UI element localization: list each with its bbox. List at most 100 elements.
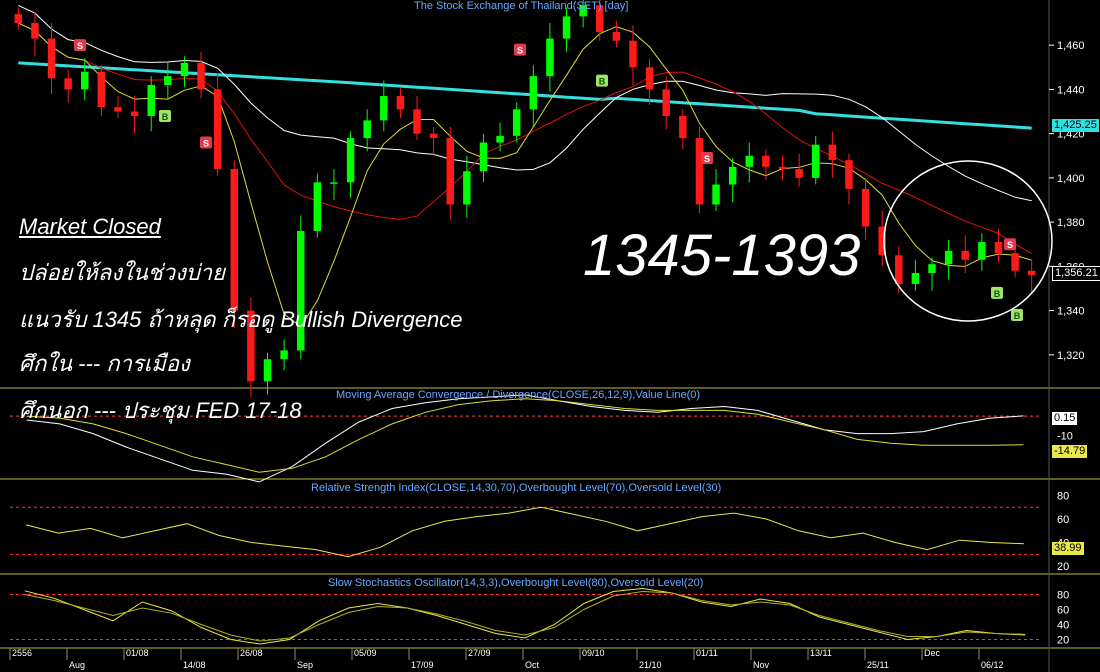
rsi-line — [25, 506, 1024, 558]
candle-body — [529, 76, 538, 110]
candle-body — [429, 133, 438, 139]
candle-body — [230, 169, 239, 311]
price-tick-label: 1,340 — [1057, 306, 1085, 318]
x-tick-label: Sep — [297, 660, 313, 670]
x-tick-label: Oct — [525, 660, 540, 670]
x-tick-label: 09/10 — [582, 648, 605, 658]
candle-body — [861, 188, 870, 227]
candle-body — [413, 109, 421, 134]
buy-signal-marker-label: B — [162, 112, 169, 122]
candle-body — [296, 230, 305, 351]
candle-body — [14, 14, 23, 24]
ma-white-line — [18, 4, 1032, 202]
stoch-k-line — [24, 587, 1026, 645]
candle-body — [363, 120, 371, 139]
candle-body — [330, 182, 338, 184]
stoch-tick-label: 80 — [1057, 590, 1069, 602]
macd-value-tag: 0.15 — [1052, 412, 1078, 425]
candle-body — [911, 272, 920, 285]
candle-body — [961, 250, 969, 260]
sell-signal-marker: S — [200, 136, 212, 149]
candle-body — [828, 144, 837, 161]
stoch-tick-label: 60 — [1057, 605, 1069, 617]
buy-signal-marker-label: B — [599, 77, 606, 87]
last-price-tag: 1,356.21 — [1052, 266, 1100, 281]
candle-body — [895, 255, 903, 285]
candle-body — [496, 135, 504, 143]
buy-signal-marker: B — [1011, 309, 1023, 322]
stoch-tick-label: 40 — [1057, 620, 1069, 632]
x-tick-label: 01/08 — [126, 648, 149, 658]
x-tick-label: Aug — [69, 660, 85, 670]
price-tick-label: 1,400 — [1057, 173, 1085, 185]
annotation-line-2: แนวรับ 1345 ถ้าหลุด ก็รอดู Bullish Diver… — [19, 307, 463, 332]
candle-body — [762, 155, 770, 167]
macd-panel-title: Moving Average Convergence / Divergence(… — [336, 389, 701, 401]
macd-tick-label: -10 — [1057, 431, 1073, 443]
stoch-tick-label: 20 — [1057, 635, 1069, 647]
sell-signal-marker: S — [701, 151, 713, 164]
candlestick-layer — [14, 0, 1036, 397]
x-tick-label: 13/11 — [810, 648, 832, 658]
x-tick-label: 14/08 — [183, 660, 206, 670]
candle-body — [994, 242, 1003, 254]
x-tick-label: 01/11 — [696, 648, 718, 658]
x-tick-label: 27/09 — [468, 648, 491, 658]
x-tick-label: 21/10 — [639, 660, 662, 670]
annotation-line-1: ปล่อยให้ลงในช่วงบ่าย — [19, 260, 226, 285]
candle-body — [745, 155, 754, 167]
rsi-panel-title: Relative Strength Index(CLOSE,14,30,70),… — [311, 482, 722, 494]
candle-body — [629, 40, 637, 68]
sell-signal-marker-label: S — [77, 41, 83, 51]
candle-body — [213, 89, 222, 170]
candle-body — [180, 62, 189, 77]
rsi-tick-label: 60 — [1057, 514, 1069, 526]
candle-body — [263, 359, 272, 382]
candle-body — [81, 71, 89, 90]
candle-body — [512, 109, 521, 136]
candle-body — [645, 67, 654, 90]
candle-body — [778, 166, 787, 170]
x-tick-label: 05/09 — [354, 648, 377, 658]
price-tick-label: 1,460 — [1057, 40, 1085, 52]
candle-body — [978, 242, 986, 260]
candle-body — [712, 184, 720, 205]
price-tick-label: 1,440 — [1057, 84, 1085, 96]
sell-signal-marker-label: S — [1007, 240, 1013, 250]
candle-body — [31, 23, 39, 39]
x-tick-label: 17/09 — [411, 660, 434, 670]
candle-body — [97, 71, 106, 108]
buy-signal-marker: B — [596, 74, 608, 87]
candle-body — [280, 350, 288, 360]
candle-body — [114, 107, 122, 112]
candle-body — [479, 142, 488, 172]
x-tick-label: 25/11 — [867, 660, 889, 670]
x-tick-label: Dec — [924, 648, 941, 658]
sell-signal-marker: S — [74, 39, 86, 52]
ma-red-line — [18, 22, 1032, 255]
candle-body — [662, 89, 670, 116]
candle-body — [446, 138, 454, 205]
candle-body — [197, 62, 205, 90]
candle-body — [463, 171, 471, 205]
candle-body — [562, 16, 571, 39]
candle-body — [346, 138, 355, 183]
candle-body — [1011, 253, 1019, 271]
annotation-line-4: ศึกนอก --- ประชุม FED 17-18 — [19, 398, 302, 423]
candle-body — [64, 78, 72, 90]
ma200-price-tag: 1,425.25 — [1052, 119, 1099, 132]
sell-signal-marker: S — [514, 43, 526, 56]
candle-body — [612, 31, 621, 41]
candle-body — [380, 96, 388, 121]
sell-signal-marker-label: S — [517, 46, 523, 56]
candle-body — [728, 166, 737, 185]
x-tick-label: 26/08 — [240, 648, 263, 658]
candle-body — [679, 115, 687, 139]
candle-body — [546, 38, 554, 77]
candle-body — [47, 38, 56, 79]
indicator-layer — [10, 394, 1040, 645]
buy-signal-marker: B — [159, 109, 171, 122]
candle-body — [147, 84, 155, 116]
candle-body — [313, 182, 322, 231]
x-tick-label: Nov — [753, 660, 770, 670]
